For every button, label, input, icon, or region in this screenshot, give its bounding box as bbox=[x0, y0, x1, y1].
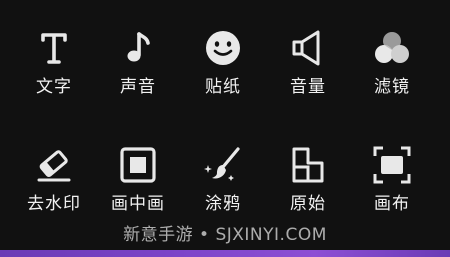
doodle-tool-label: 涂鸦 bbox=[205, 194, 241, 214]
tool-grid: 文字 声音 贴纸 音量 滤镜 去水印 画中画 涂鸦 原始 画布 bbox=[0, 0, 450, 240]
doodle-tool-button[interactable]: 涂鸦 bbox=[178, 145, 268, 214]
site-watermark: 新意手游 • SJXINYI.COM bbox=[123, 225, 327, 245]
filter-tool-button[interactable]: 滤镜 bbox=[347, 28, 437, 97]
filter-circles-icon bbox=[372, 28, 412, 68]
canvas-frame-icon bbox=[372, 145, 412, 185]
original-tool-label: 原始 bbox=[290, 194, 326, 214]
remove-watermark-tool-button[interactable]: 去水印 bbox=[9, 145, 99, 214]
pip-tool-button[interactable]: 画中画 bbox=[93, 145, 183, 214]
remove-watermark-tool-label: 去水印 bbox=[27, 194, 81, 214]
accent-bar bbox=[0, 250, 450, 257]
sticker-tool-label: 贴纸 bbox=[205, 77, 241, 97]
text-icon bbox=[34, 28, 74, 68]
audio-tool-label: 声音 bbox=[120, 77, 156, 97]
speaker-icon bbox=[288, 28, 328, 68]
canvas-tool-label: 画布 bbox=[374, 194, 410, 214]
picture-in-picture-icon bbox=[118, 145, 158, 185]
canvas-tool-button[interactable]: 画布 bbox=[347, 145, 437, 214]
audio-tool-button[interactable]: 声音 bbox=[93, 28, 183, 97]
text-tool-button[interactable]: 文字 bbox=[9, 28, 99, 97]
volume-tool-label: 音量 bbox=[290, 77, 326, 97]
brush-icon bbox=[203, 145, 243, 185]
volume-tool-button[interactable]: 音量 bbox=[263, 28, 353, 97]
text-tool-label: 文字 bbox=[36, 77, 72, 97]
original-ratio-icon bbox=[288, 145, 328, 185]
filter-tool-label: 滤镜 bbox=[374, 77, 410, 97]
smiley-icon bbox=[203, 28, 243, 68]
pip-tool-label: 画中画 bbox=[111, 194, 165, 214]
sticker-tool-button[interactable]: 贴纸 bbox=[178, 28, 268, 97]
original-tool-button[interactable]: 原始 bbox=[263, 145, 353, 214]
music-note-icon bbox=[118, 28, 158, 68]
eraser-icon bbox=[34, 145, 74, 185]
editor-toolbar-panel: 文字 声音 贴纸 音量 滤镜 去水印 画中画 涂鸦 原始 画布 新意手游 • S… bbox=[0, 0, 450, 257]
